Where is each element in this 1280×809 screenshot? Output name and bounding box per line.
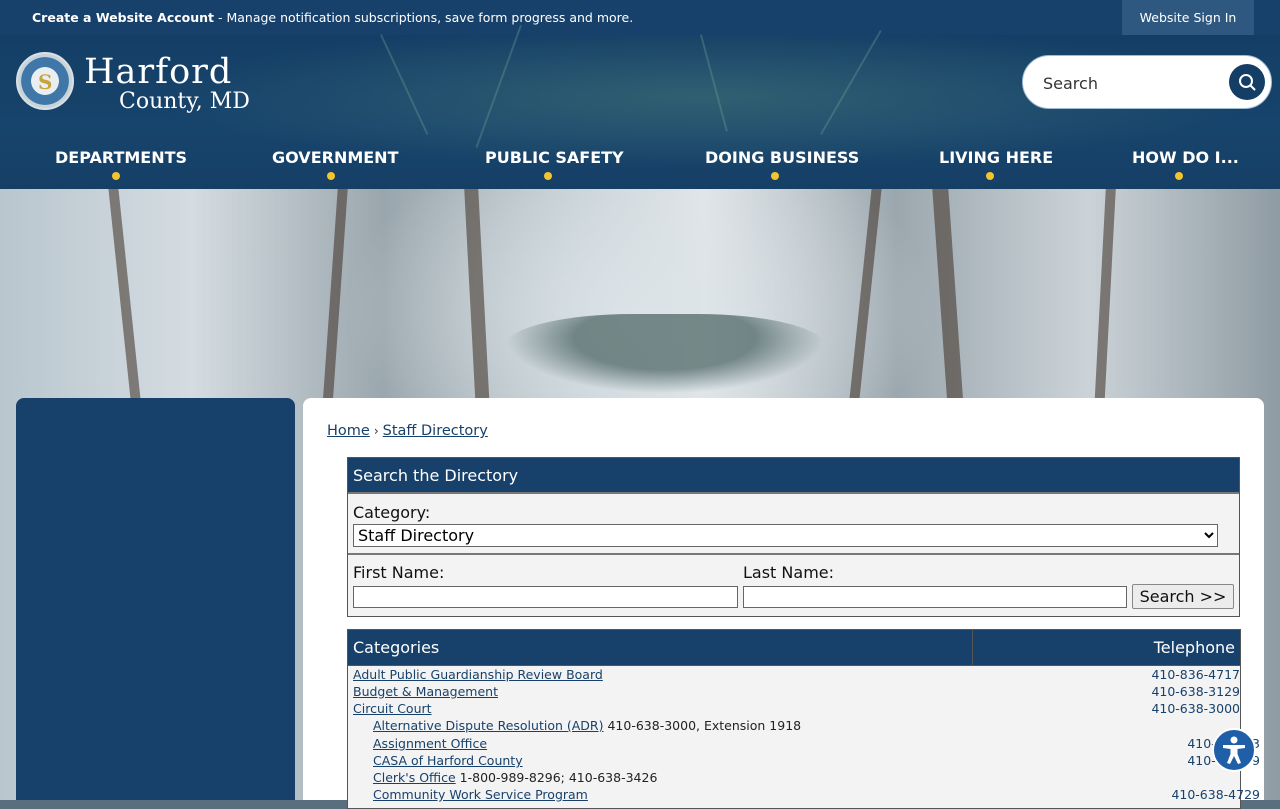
- nav-label: GOVERNMENT: [272, 148, 399, 167]
- logo-line-2: County, MD: [119, 89, 250, 114]
- tree-trunk: [1094, 189, 1116, 409]
- tree-trunk: [464, 189, 490, 409]
- nav-dot: [1175, 172, 1183, 180]
- top-bar: Create a Website Account - Manage notifi…: [0, 0, 1280, 35]
- fern-decoration: [820, 30, 882, 135]
- search-icon: [1239, 74, 1256, 91]
- nav-dot: [112, 172, 120, 180]
- category-link[interactable]: Alternative Dispute Resolution (ADR): [373, 718, 604, 733]
- telephone-column-header: Telephone: [1153, 638, 1235, 657]
- logo-line-1: Harford: [84, 52, 233, 92]
- county-seal-logo[interactable]: S: [16, 52, 74, 110]
- nav-dot: [771, 172, 779, 180]
- directory-search-title: Search the Directory: [348, 458, 1239, 494]
- nav-doing-business[interactable]: DOING BUSINESS: [705, 148, 859, 188]
- tree-trunk: [848, 189, 882, 409]
- category-link[interactable]: Clerk's Office: [373, 770, 456, 785]
- first-name-label: First Name:: [353, 563, 445, 582]
- tree-trunk: [322, 189, 348, 409]
- category-link[interactable]: Assignment Office: [373, 736, 487, 751]
- category-link[interactable]: CASA of Harford County: [373, 753, 523, 768]
- categories-column-header: Categories: [353, 638, 440, 657]
- category-select[interactable]: Staff Directory: [353, 524, 1218, 547]
- nav-label: HOW DO I...: [1132, 148, 1239, 167]
- table-header: Categories Telephone: [348, 630, 1240, 666]
- category-label: Category:: [353, 503, 431, 522]
- breadcrumb-staff-directory-link[interactable]: Staff Directory: [383, 423, 488, 439]
- last-name-field[interactable]: [743, 586, 1127, 608]
- nav-dot: [327, 172, 335, 180]
- tree-trunk: [108, 189, 142, 409]
- nav-label: DEPARTMENTS: [55, 148, 188, 167]
- breadcrumb-home-link[interactable]: Home: [327, 423, 370, 439]
- account-promo-text: - Manage notification subscriptions, sav…: [214, 10, 634, 25]
- nav-dot: [543, 172, 552, 180]
- categories-table: Categories Telephone Adult Public Guardi…: [347, 629, 1260, 809]
- seal-letter: S: [38, 70, 53, 94]
- nav-living-here[interactable]: LIVING HERE: [939, 148, 1053, 188]
- table-row: Budget & Management 410-638-3129: [348, 684, 1245, 701]
- search-input[interactable]: [1041, 71, 1215, 95]
- fern-decoration: [475, 25, 522, 148]
- directory-search-button[interactable]: Search >>: [1132, 584, 1234, 609]
- category-link[interactable]: Circuit Court: [353, 701, 432, 716]
- website-sign-in-button[interactable]: Website Sign In: [1122, 0, 1254, 35]
- fern-decoration: [700, 34, 728, 132]
- row-extra: 410-638-3000, Extension 1918: [603, 718, 802, 733]
- site-logo-text[interactable]: Harford County, MD: [84, 53, 250, 113]
- main-nav: DEPARTMENTS GOVERNMENT PUBLIC SAFETY DOI…: [0, 148, 1280, 188]
- form-divider: [348, 553, 1239, 555]
- last-name-label: Last Name:: [743, 563, 835, 582]
- phone-number: 410-836-4717: [1151, 667, 1240, 682]
- fern-decoration: [380, 34, 429, 135]
- category-link[interactable]: Adult Public Guardianship Review Board: [353, 667, 603, 682]
- table-row: Circuit Court 410-638-3000: [348, 701, 1245, 718]
- breadcrumb: Home › Staff Directory: [327, 423, 488, 439]
- table-row: Community Work Service Program 410-638-4…: [348, 787, 1265, 804]
- account-promo: Create a Website Account - Manage notifi…: [32, 10, 633, 25]
- row-extra: 1-800-989-8296; 410-638-3426: [455, 770, 658, 785]
- table-row: Clerk's Office 1-800-989-8296; 410-638-3…: [348, 770, 1265, 787]
- nav-government[interactable]: GOVERNMENT: [272, 148, 398, 188]
- table-row: Assignment Office 410-638-33: [348, 736, 1265, 753]
- first-name-field[interactable]: [353, 586, 738, 608]
- tree-trunk: [932, 189, 964, 409]
- nav-how-do-i[interactable]: HOW DO I...: [1132, 148, 1239, 188]
- breadcrumb-separator: ›: [373, 424, 379, 438]
- search-button[interactable]: [1229, 64, 1265, 100]
- phone-number: 410-638-3000: [1151, 701, 1240, 716]
- main-content: Home › Staff Directory Search the Director…: [303, 398, 1264, 809]
- category-link[interactable]: Budget & Management: [353, 684, 498, 699]
- snowy-shrub: [505, 314, 825, 394]
- table-row: CASA of Harford County 410-638-49: [348, 753, 1265, 770]
- accessibility-button[interactable]: [1212, 728, 1256, 772]
- nav-label: PUBLIC SAFETY: [485, 148, 624, 167]
- nav-public-safety[interactable]: PUBLIC SAFETY: [485, 148, 624, 188]
- nav-label: DOING BUSINESS: [705, 148, 860, 167]
- directory-search-form: Search the Directory Category: Staff Dir…: [347, 457, 1240, 617]
- site-header: S Harford County, MD DEPARTMENTS GOVERNM…: [0, 25, 1280, 189]
- nav-dot: [985, 172, 994, 180]
- sidebar-panel: [16, 398, 295, 800]
- nav-label: LIVING HERE: [939, 148, 1054, 167]
- table-row: Adult Public Guardianship Review Board 4…: [348, 667, 1245, 684]
- table-row: Alternative Dispute Resolution (ADR) 410…: [348, 718, 1265, 735]
- column-divider: [972, 630, 973, 665]
- site-search: [1022, 55, 1272, 109]
- create-account-link[interactable]: Create a Website Account: [32, 10, 214, 25]
- accessibility-icon: [1223, 736, 1245, 764]
- nav-departments[interactable]: DEPARTMENTS: [55, 148, 187, 188]
- phone-number: 410-638-3129: [1151, 684, 1240, 699]
